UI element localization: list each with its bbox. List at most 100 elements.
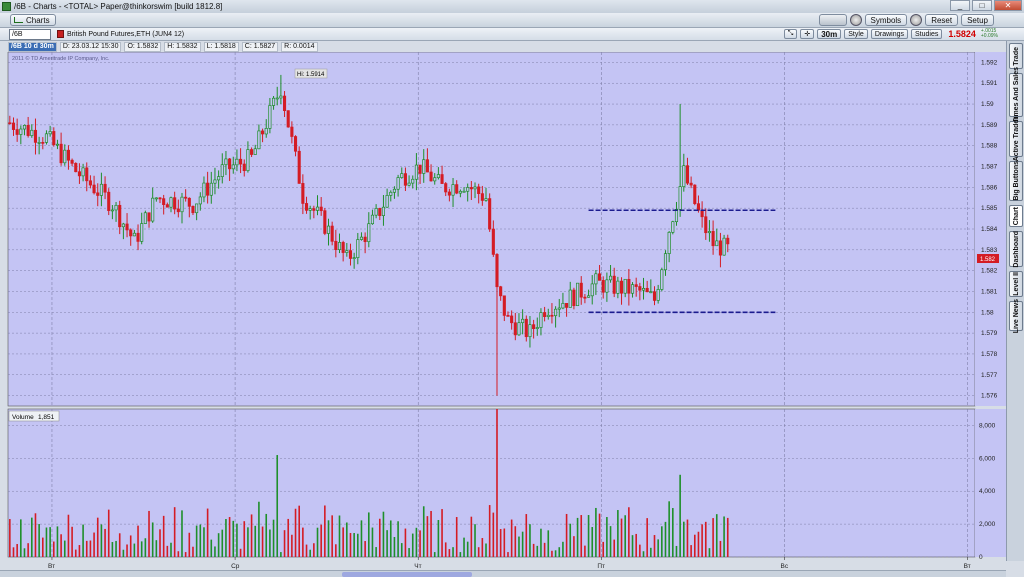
sidebar-tab-trade[interactable]: Trade <box>1009 43 1023 69</box>
candle-body <box>447 191 451 196</box>
candle-body <box>359 236 364 240</box>
volume-bar <box>335 544 337 557</box>
volume-label-box: Volume 1,851 <box>8 410 60 422</box>
sidebar-tab-level-ii[interactable]: Level II <box>1009 271 1023 297</box>
last-price-tag: 1.582 <box>977 254 999 263</box>
price-tick-label: 1.576 <box>981 393 998 400</box>
sidebar-tab-big-buttons[interactable]: Big Buttons <box>1009 161 1023 201</box>
link-selector-button[interactable] <box>818 14 847 26</box>
volume-bar <box>683 521 685 557</box>
candle-body <box>239 158 243 165</box>
minimize-button[interactable]: _ <box>950 0 970 11</box>
volume-bar <box>430 510 432 557</box>
price-chart[interactable]: 1.592 1.591 1.59 1.589 1.588 1.587 1.586 1.585 1… <box>0 52 1006 570</box>
volume-bar <box>708 548 711 557</box>
period-selector[interactable]: 30m <box>817 29 842 39</box>
sidebar-tab-live-news[interactable]: Live News <box>1009 299 1023 333</box>
candle-body <box>590 283 594 297</box>
candle-body <box>206 182 210 196</box>
volume-bar <box>375 547 377 557</box>
candle-body <box>173 197 177 210</box>
volume-bar <box>569 523 572 557</box>
time-scrollbar[interactable] <box>0 570 1006 577</box>
volume-bar <box>422 506 425 557</box>
volume-bar <box>595 507 597 557</box>
candle <box>576 282 580 307</box>
bar-info-strip: /6B 10 d 30m D: 23.03.12 15:30 O: 1.5832… <box>8 42 318 52</box>
drawings-button[interactable]: Drawings <box>870 29 908 39</box>
volume-bar <box>349 532 352 557</box>
candle-body <box>429 171 433 182</box>
studies-button[interactable]: Studies <box>911 29 943 39</box>
gear-icon[interactable] <box>849 14 862 26</box>
close-button[interactable]: ✕ <box>994 0 1022 11</box>
symbols-button[interactable]: Symbols <box>864 14 908 26</box>
style-button[interactable]: Style <box>844 29 868 39</box>
x-tick-label: Вт <box>964 563 971 570</box>
sidebar-tab-chart[interactable]: Chart <box>1009 205 1023 227</box>
sidebar-tab-times-and-sales[interactable]: Times And Sales <box>1009 67 1023 123</box>
sidebar-tab-dashboard[interactable]: Dashboard <box>1009 231 1023 267</box>
scrollbar-thumb[interactable] <box>342 572 472 577</box>
volume-bar <box>723 516 725 557</box>
candle-body <box>22 125 27 130</box>
candle-body <box>59 143 63 164</box>
sidebar-tab-label: Level II <box>1012 272 1020 296</box>
volume-bar <box>609 526 612 557</box>
volume-bar <box>192 546 194 557</box>
volume-bar <box>38 524 40 557</box>
candle-body <box>184 196 188 199</box>
candle-body <box>85 167 89 182</box>
candle-body <box>96 192 100 196</box>
price-tick-label: 1.578 <box>981 351 998 358</box>
volume-bar <box>558 547 561 557</box>
volume-bar <box>679 474 681 557</box>
volume-bar <box>529 524 531 557</box>
symbol-input[interactable]: /6B <box>9 28 51 40</box>
candle-body <box>268 105 272 129</box>
sidebar-tab-label: Trade <box>1012 46 1020 66</box>
volume-bar <box>302 527 304 557</box>
candle-body <box>682 165 686 187</box>
candle-body <box>74 162 78 173</box>
sidebar-tab-active-trader[interactable]: Active Trader <box>1009 117 1023 161</box>
candle-body <box>495 254 499 288</box>
volume-bar <box>715 514 718 557</box>
sidebar-tab-label: Big Buttons <box>1012 161 1020 201</box>
candle-body <box>15 129 19 135</box>
candle-body <box>326 225 331 234</box>
candle-body <box>513 322 517 336</box>
volume-bar <box>74 549 77 557</box>
chart-header: /6B British Pound Futures,ETH (JUN4 12) … <box>0 28 1024 41</box>
reset-button[interactable]: Reset <box>925 14 959 26</box>
volume-bar <box>470 516 473 557</box>
volume-bar <box>56 526 59 557</box>
maximize-button[interactable]: □ <box>972 0 992 11</box>
volume-bar <box>85 540 88 557</box>
gear-icon[interactable] <box>910 14 923 26</box>
candle-body <box>638 286 642 291</box>
charts-button-label: Charts <box>26 15 50 25</box>
candle-body <box>546 314 550 317</box>
candle-body <box>198 196 202 205</box>
main-toolbar: Charts Symbols Reset Setup <box>0 13 1024 28</box>
volume-bar <box>441 509 443 557</box>
aggregation-badge[interactable]: /6B 10 d 30m <box>8 42 57 52</box>
setup-button[interactable]: Setup <box>961 14 994 26</box>
volume-bar <box>151 522 154 557</box>
candle-body <box>583 296 587 299</box>
volume-bar <box>503 528 506 557</box>
charts-button[interactable]: Charts <box>10 14 56 26</box>
candle-body <box>491 228 495 255</box>
crosshair-icon[interactable]: ✛ <box>800 29 815 39</box>
volume-bar <box>31 517 33 557</box>
volume-bar <box>573 536 575 557</box>
candle-body <box>228 158 232 170</box>
candle-body <box>293 136 298 152</box>
candle-body <box>323 210 327 234</box>
volume-bar <box>532 543 535 557</box>
volume-bar <box>382 511 385 557</box>
volume-bar <box>243 521 246 557</box>
high-annotation: Hi: 1.5914 <box>294 68 328 79</box>
zoom-icon[interactable]: ⤡ <box>783 29 798 39</box>
